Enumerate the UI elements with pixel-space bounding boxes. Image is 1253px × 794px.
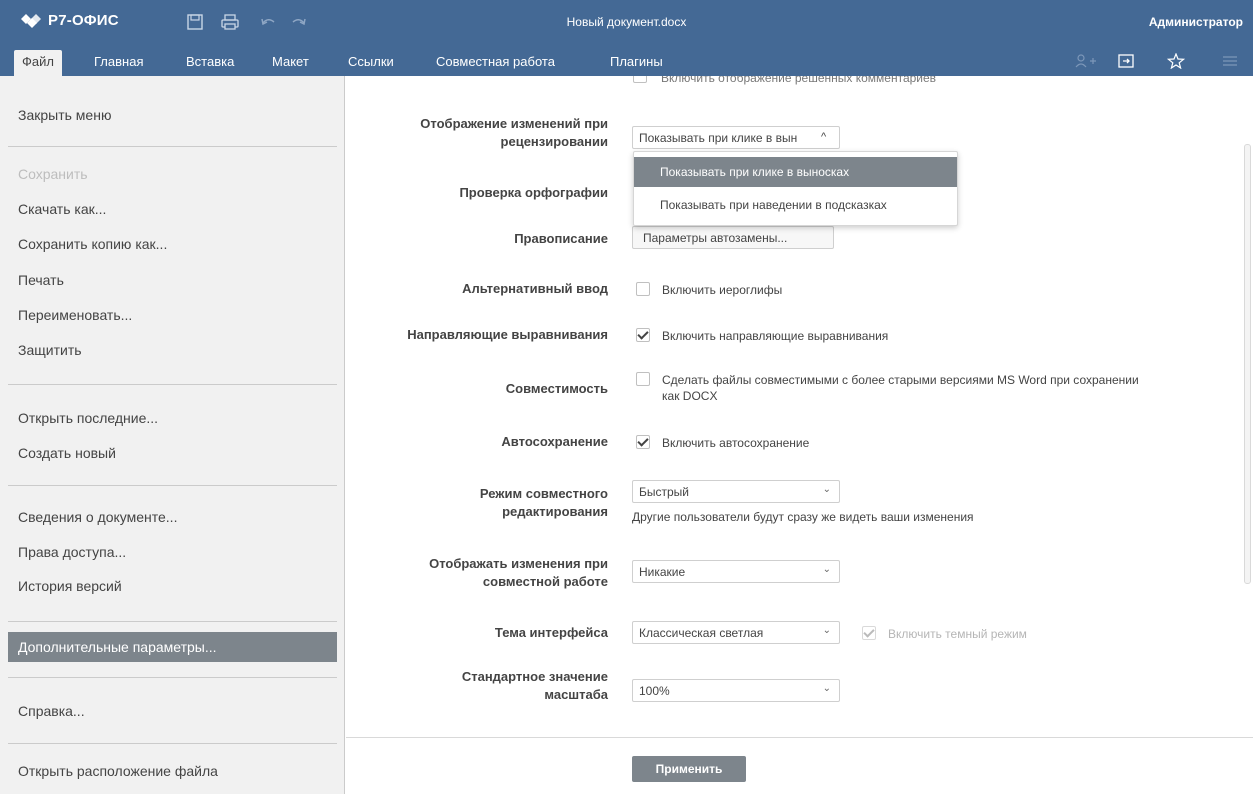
spellcheck-label: Проверка орфографии bbox=[459, 185, 608, 200]
autocorrect-options-button[interactable]: Параметры автозамены... bbox=[632, 226, 834, 249]
menu-divider bbox=[8, 146, 337, 147]
review-display-label-line1: Отображение изменений при bbox=[420, 116, 608, 131]
autosave-text: Включить автосохранение bbox=[662, 436, 810, 450]
proofing-label: Правописание bbox=[514, 231, 608, 246]
review-display-value: Показывать при клике в вын bbox=[639, 131, 798, 145]
theme-select[interactable]: Классическая светлая ⌄ bbox=[632, 621, 840, 644]
review-display-label: Отображение изменений при рецензировании bbox=[420, 115, 608, 151]
menu-access-rights[interactable]: Права доступа... bbox=[8, 537, 337, 567]
show-changes-select[interactable]: Никакие ⌄ bbox=[632, 560, 840, 583]
compatibility-text-line1: Сделать файлы совместимыми с более стары… bbox=[662, 373, 1139, 387]
menu-open-file-location[interactable]: Открыть расположение файла bbox=[8, 756, 337, 786]
add-user-icon[interactable] bbox=[1075, 53, 1097, 69]
menu-divider bbox=[8, 743, 337, 744]
zoom-label: Стандартное значение масштаба bbox=[462, 668, 608, 704]
compatibility-label: Совместимость bbox=[505, 381, 608, 396]
favorite-star-icon[interactable] bbox=[1167, 53, 1185, 69]
coediting-note: Другие пользователи будут сразу же видет… bbox=[632, 510, 974, 524]
compatibility-checkbox[interactable] bbox=[636, 372, 650, 386]
tab-insert[interactable]: Вставка bbox=[178, 50, 242, 76]
autosave-checkbox[interactable] bbox=[636, 435, 650, 449]
show-changes-value: Никакие bbox=[639, 565, 686, 579]
menu-divider bbox=[8, 384, 337, 385]
review-display-label-line2: рецензировании bbox=[500, 134, 608, 149]
theme-value: Классическая светлая bbox=[639, 626, 764, 640]
coediting-value: Быстрый bbox=[639, 485, 689, 499]
resolved-comments-row: Включить отображение решенных комментари… bbox=[633, 76, 1033, 88]
chevron-up-icon: ^ bbox=[821, 131, 827, 143]
menu-open-recent[interactable]: Открыть последние... bbox=[8, 403, 337, 433]
apply-button[interactable]: Применить bbox=[632, 756, 746, 782]
alt-input-label: Альтернативный ввод bbox=[462, 281, 608, 296]
alignment-guides-checkbox[interactable] bbox=[636, 328, 650, 342]
menu-document-info[interactable]: Сведения о документе... bbox=[8, 502, 337, 532]
tab-file[interactable]: Файл bbox=[14, 50, 62, 76]
chevron-down-icon: ⌄ bbox=[822, 564, 831, 575]
dropdown-option-show-on-hover[interactable]: Показывать при наведении в подсказках bbox=[634, 190, 957, 220]
zoom-select[interactable]: 100% ⌄ bbox=[632, 679, 840, 702]
autosave-label: Автосохранение bbox=[501, 434, 608, 449]
resolved-comments-label: Включить отображение решенных комментари… bbox=[661, 76, 937, 85]
zoom-value: 100% bbox=[639, 684, 670, 698]
open-location-icon[interactable] bbox=[1117, 53, 1135, 69]
menu-divider bbox=[8, 485, 337, 486]
resolved-comments-checkbox[interactable] bbox=[633, 76, 647, 83]
coediting-label: Режим совместного редактирования bbox=[480, 485, 608, 521]
tab-collaboration[interactable]: Совместная работа bbox=[428, 50, 563, 76]
document-title: Новый документ.docx bbox=[566, 15, 687, 29]
show-changes-label-line2: совместной работе bbox=[482, 574, 608, 589]
tab-home[interactable]: Главная bbox=[86, 50, 151, 76]
menu-advanced-settings[interactable]: Дополнительные параметры... bbox=[8, 632, 337, 662]
menu-save-copy-as[interactable]: Сохранить копию как... bbox=[8, 229, 337, 259]
chevron-down-icon: ⌄ bbox=[822, 625, 831, 636]
menu-print[interactable]: Печать bbox=[8, 265, 337, 295]
hieroglyphs-label: Включить иероглифы bbox=[662, 283, 783, 297]
menu-close[interactable]: Закрыть меню bbox=[8, 100, 337, 130]
menu-protect[interactable]: Защитить bbox=[8, 335, 337, 365]
menu-create-new[interactable]: Создать новый bbox=[8, 438, 337, 468]
file-menu-panel: Закрыть меню Сохранить Скачать как... Со… bbox=[0, 76, 345, 794]
coediting-label-line1: Режим совместного bbox=[479, 486, 608, 501]
footer-divider bbox=[346, 737, 1253, 738]
tab-plugins[interactable]: Плагины bbox=[602, 50, 671, 76]
theme-label: Тема интерфейса bbox=[494, 625, 608, 640]
hieroglyphs-checkbox[interactable] bbox=[636, 282, 650, 296]
show-changes-label-line1: Отображать изменения при bbox=[429, 556, 608, 571]
title-bar: Р7-ОФИС Новый документ.docx Администрато… bbox=[0, 0, 1253, 45]
tab-layout[interactable]: Макет bbox=[264, 50, 317, 76]
dark-mode-checkbox bbox=[862, 626, 876, 640]
menu-save: Сохранить bbox=[18, 166, 88, 182]
menu-download-as[interactable]: Скачать как... bbox=[8, 194, 337, 224]
menu-divider bbox=[8, 677, 337, 678]
tab-bar: Файл Главная Вставка Макет Ссылки Совмес… bbox=[0, 45, 1253, 76]
review-display-dropdown: Показывать при клике в выносках Показыва… bbox=[633, 151, 958, 226]
dropdown-option-show-on-click[interactable]: Показывать при клике в выносках bbox=[634, 157, 957, 187]
show-changes-label: Отображать изменения при совместной рабо… bbox=[429, 555, 608, 591]
chevron-down-icon: ⌄ bbox=[822, 683, 831, 694]
chevron-down-icon: ⌄ bbox=[822, 484, 831, 495]
menu-divider bbox=[8, 621, 337, 622]
zoom-label-line2: масштаба bbox=[544, 687, 608, 702]
review-display-select[interactable]: Показывать при клике в вын ^ bbox=[632, 126, 840, 149]
coediting-select[interactable]: Быстрый ⌄ bbox=[632, 480, 840, 503]
zoom-label-line1: Стандартное значение bbox=[461, 669, 608, 684]
menu-icon[interactable] bbox=[1221, 53, 1239, 69]
compatibility-text-line2: как DOCX bbox=[662, 389, 718, 403]
alignment-guides-label: Направляющие выравнивания bbox=[407, 327, 608, 342]
scrollbar[interactable] bbox=[1244, 144, 1251, 584]
menu-version-history[interactable]: История версий bbox=[8, 571, 337, 601]
review-display-label-wrap: Отображение изменений при рецензировании bbox=[346, 115, 608, 155]
menu-help[interactable]: Справка... bbox=[8, 696, 337, 726]
coediting-label-line2: редактирования bbox=[502, 504, 608, 519]
compatibility-text: Сделать файлы совместимыми с более стары… bbox=[662, 372, 1237, 404]
menu-rename[interactable]: Переименовать... bbox=[8, 300, 337, 330]
alignment-guides-text: Включить направляющие выравнивания bbox=[662, 329, 889, 343]
user-name[interactable]: Администратор bbox=[1149, 15, 1243, 29]
dark-mode-text: Включить темный режим bbox=[888, 627, 1027, 641]
tab-references[interactable]: Ссылки bbox=[340, 50, 402, 76]
